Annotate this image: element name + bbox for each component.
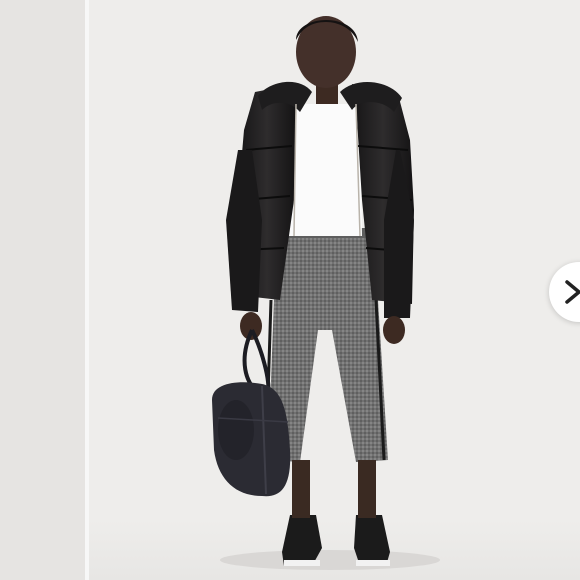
right-ankle [358,460,376,518]
floor-shadow-ellipse [220,550,440,570]
model-photo [212,16,440,570]
white-top [288,104,362,236]
left-ankle [292,460,310,518]
product-image-viewer [0,0,580,580]
chevron-right-icon [565,280,580,304]
right-hand [383,316,405,344]
